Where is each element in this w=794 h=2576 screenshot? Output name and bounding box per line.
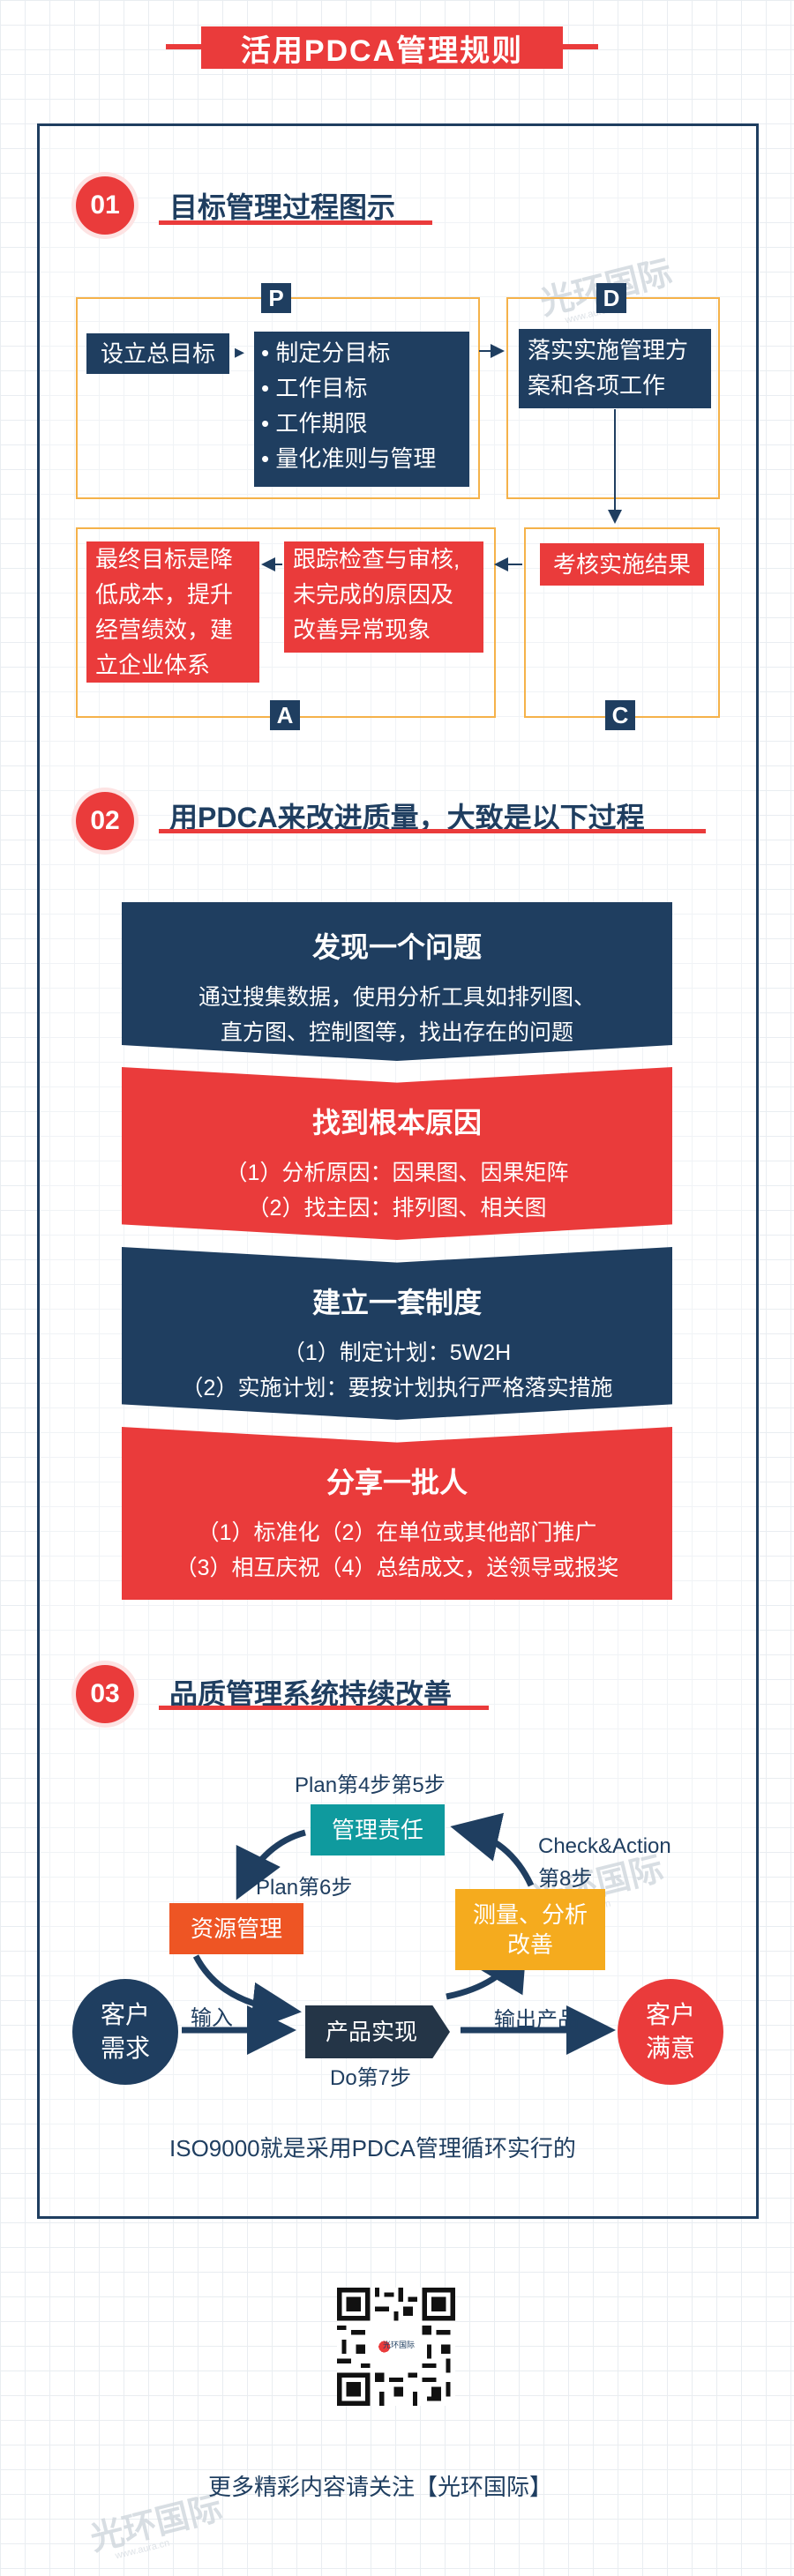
step-line: （1）标准化（2）在单位或其他部门推广	[197, 1520, 597, 1545]
management-duty-box: 管理责任	[311, 1804, 445, 1855]
plan-step-4-5-label: Plan第4步第5步	[295, 1773, 446, 1797]
section-number-2: 02	[76, 792, 134, 850]
iso-note: ISO9000就是采用PDCA管理循环实行的	[169, 2135, 576, 2162]
step-line: （3）相互庆祝（4）总结成文，送领导或报奖	[175, 1556, 619, 1580]
pdca-arrows	[261, 344, 622, 571]
check-action-label: Check&Action	[538, 1834, 671, 1858]
step-line: 直方图、控制图等，找出存在的问题	[220, 1020, 573, 1045]
text-line: 满意	[645, 2035, 695, 2062]
step-8-label: 第8步	[538, 1867, 593, 1891]
follow-text: 更多精彩内容请关注【光环国际】	[208, 2474, 553, 2500]
text-line: 改善	[506, 1931, 553, 1958]
step-heading: 分享一批人	[326, 1467, 468, 1498]
step-heading: 建立一套制度	[311, 1287, 482, 1318]
output-product-label: 输出产品	[494, 2008, 579, 2032]
plan-step-6-label: Plan第6步	[256, 1876, 353, 1900]
step-line: 通过搜集数据，使用分析工具如排列图、	[198, 985, 596, 1010]
step-line: （1）制定计划：5W2H	[282, 1340, 512, 1365]
customer-needs-circle: 客户 需求	[72, 1979, 178, 2085]
resource-management-box: 资源管理	[169, 1903, 303, 1954]
step-heading: 发现一个问题	[311, 931, 482, 963]
text-line: 测量、分析	[472, 1901, 588, 1928]
input-label: 输入	[191, 2006, 233, 2030]
step-find-problem: 发现一个问题 通过搜集数据，使用分析工具如排列图、 直方图、控制图等，找出存在的…	[122, 902, 672, 1061]
step-line: （1）分析原因：因果图、因果矩阵	[225, 1161, 569, 1185]
step-heading: 找到根本原因	[311, 1107, 482, 1139]
customer-satisfaction-circle: 客户 满意	[618, 1979, 723, 2085]
section-underline	[159, 829, 706, 833]
step-line: （2）实施计划：要按计划执行严格落实措施	[181, 1376, 613, 1400]
text-line: 需求	[100, 2035, 150, 2062]
qr-logo-text: 光环国际	[383, 2341, 416, 2349]
section-underline	[159, 1706, 489, 1710]
product-realization-box: 产品实现	[305, 2005, 450, 2058]
measure-analyze-box: 测量、分析 改善	[455, 1889, 605, 1970]
step-share: 分享一批人 （1）标准化（2）在单位或其他部门推广 （3）相互庆祝（4）总结成文…	[122, 1427, 672, 1600]
step-root-cause: 找到根本原因 （1）分析原因：因果图、因果矩阵 （2）找主因：排列图、相关图	[122, 1067, 672, 1240]
text-line: 客户	[100, 2001, 150, 2028]
step-line: （2）找主因：排列图、相关图	[247, 1196, 547, 1221]
do-step-7-label: Do第7步	[330, 2066, 412, 2090]
step-build-system: 建立一套制度 （1）制定计划：5W2H （2）实施计划：要按计划执行严格落实措施	[122, 1247, 672, 1420]
text-line: 客户	[645, 2001, 695, 2028]
arrow-measure-to-duty	[450, 1812, 535, 1887]
section-number-3: 03	[76, 1665, 134, 1723]
